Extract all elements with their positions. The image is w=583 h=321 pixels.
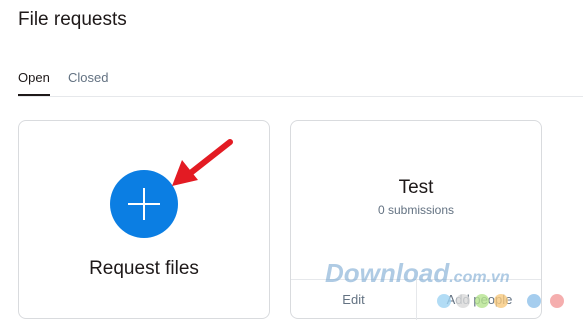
tab-open[interactable]: Open [18, 70, 50, 96]
watermark-dot [456, 294, 470, 308]
watermark-dot [437, 294, 451, 308]
tab-closed[interactable]: Closed [68, 70, 108, 94]
watermark-brand: Download [325, 258, 450, 288]
file-request-card-test[interactable]: Test 0 submissions Edit Add people [290, 120, 542, 320]
request-files-label: Request files [89, 258, 199, 279]
watermark-dot [527, 294, 541, 308]
watermark-suffix: .com.vn [449, 269, 510, 286]
watermark-dot [494, 294, 508, 308]
arrow-annotation-icon [172, 139, 233, 186]
tab-bar: Open Closed [18, 70, 583, 97]
page-title: File requests [18, 9, 127, 30]
request-title: Test [398, 177, 434, 198]
submission-count: 0 submissions [377, 203, 455, 217]
watermark-dot [550, 294, 564, 308]
watermark-dot [475, 294, 489, 308]
watermark-logo: Download.com.vn [325, 258, 510, 289]
